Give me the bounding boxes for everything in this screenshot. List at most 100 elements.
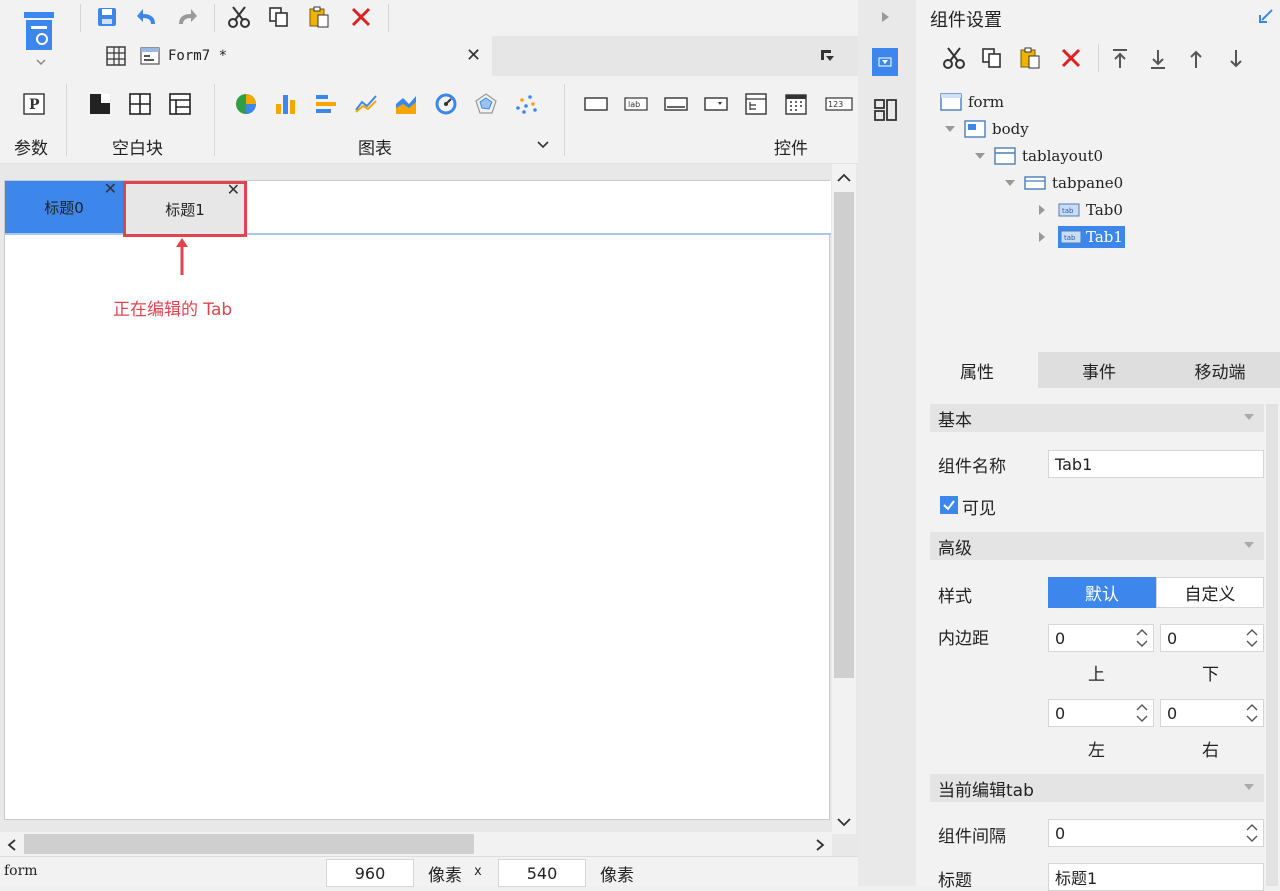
- number-widget-icon[interactable]: 123: [824, 92, 854, 116]
- visible-checkbox[interactable]: [940, 496, 958, 514]
- close-document-icon[interactable]: ✕: [466, 45, 481, 66]
- tab-menu-icon[interactable]: [820, 48, 836, 64]
- pie-chart-icon[interactable]: [234, 92, 258, 116]
- design-canvas[interactable]: 标题0 ✕ 标题1 ✕ 正在编辑的 Tab: [4, 179, 831, 820]
- tab-title-1[interactable]: 标题1 ✕: [123, 180, 247, 237]
- tree-node-tab0[interactable]: tab Tab0: [1036, 198, 1123, 222]
- dimension-separator: x: [474, 864, 482, 879]
- undo-icon[interactable]: [134, 4, 160, 30]
- panel-paste-icon[interactable]: [1018, 46, 1042, 70]
- padding-top-input[interactable]: 0: [1048, 624, 1154, 652]
- bar-chart-icon[interactable]: [274, 92, 298, 116]
- tree-collapsed-icon[interactable]: [1036, 231, 1048, 243]
- gauge-chart-icon[interactable]: [434, 92, 458, 116]
- annotation-text: 正在编辑的 Tab: [113, 300, 233, 320]
- tab-properties[interactable]: 属性: [916, 352, 1038, 388]
- tree-expand-icon[interactable]: [1004, 177, 1016, 189]
- document-tab[interactable]: Form7 * ✕: [92, 36, 492, 76]
- component-gap-input[interactable]: 0: [1048, 819, 1264, 847]
- tree-expand-icon[interactable]: [974, 150, 986, 162]
- radar-chart-icon[interactable]: [474, 92, 498, 116]
- section-current-tab[interactable]: 当前编辑tab: [930, 774, 1264, 802]
- copy-icon[interactable]: [266, 4, 292, 30]
- line-chart-icon[interactable]: [354, 92, 378, 116]
- vertical-scrollbar[interactable]: [832, 164, 856, 834]
- label-widget-icon[interactable]: lab: [624, 92, 648, 116]
- padding-right-input[interactable]: 0: [1160, 699, 1264, 727]
- button-widget-icon[interactable]: [584, 92, 608, 116]
- tree-node-body[interactable]: body: [944, 117, 1029, 141]
- tree-collapsed-icon[interactable]: [1036, 204, 1048, 216]
- component-settings-icon[interactable]: [872, 48, 898, 76]
- section-advanced-title: 高级: [938, 538, 972, 559]
- close-tab-1-icon[interactable]: ✕: [227, 180, 240, 199]
- style-custom-button[interactable]: 自定义: [1156, 577, 1264, 608]
- text-field-widget-icon[interactable]: [664, 92, 688, 116]
- layout-grid-icon[interactable]: [106, 46, 126, 66]
- canvas-width-input[interactable]: 960: [326, 859, 414, 887]
- cut-icon[interactable]: [226, 4, 252, 30]
- tree-node-tabpane0[interactable]: tabpane0: [1004, 171, 1123, 195]
- designer-logo-icon[interactable]: [22, 6, 58, 66]
- horizontal-scrollbar[interactable]: [0, 832, 832, 856]
- component-name-input[interactable]: Tab1: [1048, 450, 1264, 478]
- horizontal-scroll-thumb[interactable]: [24, 834, 474, 854]
- spinner-icon[interactable]: [1133, 702, 1151, 724]
- panel-delete-icon[interactable]: [1060, 47, 1082, 69]
- tab-title-0[interactable]: 标题0 ✕: [5, 179, 123, 233]
- scroll-down-icon[interactable]: [836, 816, 852, 828]
- dropdown-widget-icon[interactable]: [704, 92, 728, 116]
- spinner-icon[interactable]: [1243, 627, 1261, 649]
- padding-bottom-input[interactable]: 0: [1160, 624, 1264, 652]
- move-top-icon[interactable]: [1110, 48, 1130, 70]
- panel-cut-icon[interactable]: [942, 46, 966, 70]
- paste-icon[interactable]: [306, 4, 332, 30]
- collapse-chevron-icon[interactable]: [1244, 784, 1254, 790]
- redo-icon[interactable]: [174, 4, 200, 30]
- move-bottom-icon[interactable]: [1148, 48, 1168, 70]
- panel-copy-icon[interactable]: [980, 46, 1004, 70]
- spinner-icon[interactable]: [1243, 822, 1261, 844]
- area-chart-icon[interactable]: [394, 92, 418, 116]
- spinner-icon[interactable]: [1133, 627, 1151, 649]
- date-widget-icon[interactable]: [784, 92, 808, 116]
- split-block-icon[interactable]: [128, 92, 152, 116]
- collapse-chevron-icon[interactable]: [1244, 414, 1254, 420]
- scatter-chart-icon[interactable]: [514, 92, 538, 116]
- parameter-icon[interactable]: P: [22, 92, 46, 116]
- tree-widget-icon[interactable]: [744, 92, 768, 116]
- spinner-icon[interactable]: [1243, 702, 1261, 724]
- expand-panel-icon[interactable]: [880, 10, 892, 24]
- scroll-up-icon[interactable]: [836, 172, 852, 184]
- tab-events[interactable]: 事件: [1038, 352, 1160, 388]
- scroll-left-icon[interactable]: [6, 838, 18, 852]
- table-block-icon[interactable]: [168, 92, 192, 116]
- padding-left-input[interactable]: 0: [1048, 699, 1154, 727]
- tab-title-input[interactable]: 标题1: [1048, 863, 1264, 891]
- layout-panel-icon[interactable]: [874, 98, 898, 122]
- delete-icon[interactable]: [348, 4, 374, 30]
- collapse-chevron-icon[interactable]: [1244, 542, 1254, 548]
- chart-expand-chevron-icon[interactable]: [536, 138, 550, 152]
- absolute-block-icon[interactable]: [88, 92, 112, 116]
- section-advanced[interactable]: 高级: [930, 532, 1264, 560]
- close-tab-0-icon[interactable]: ✕: [104, 179, 117, 198]
- move-down-icon[interactable]: [1226, 48, 1246, 70]
- scroll-right-icon[interactable]: [814, 838, 826, 852]
- move-up-icon[interactable]: [1186, 48, 1206, 70]
- tab-mobile[interactable]: 移动端: [1160, 352, 1280, 388]
- canvas-height-input[interactable]: 540: [498, 859, 586, 887]
- padding-bottom-label: 下: [1202, 665, 1219, 685]
- editor-region: Form7 * ✕ P 参数 空白块 图表 lab 123 控件 标题0 ✕ 标…: [0, 0, 858, 887]
- dock-arrow-icon[interactable]: [1258, 8, 1274, 24]
- tree-expand-icon[interactable]: [944, 123, 956, 135]
- save-icon[interactable]: [94, 4, 120, 30]
- section-basic[interactable]: 基本: [930, 404, 1264, 432]
- tree-node-form[interactable]: form: [940, 90, 1004, 114]
- horizontal-bar-chart-icon[interactable]: [314, 92, 338, 116]
- vertical-scroll-thumb[interactable]: [834, 192, 854, 678]
- tree-node-tablayout0[interactable]: tablayout0: [974, 144, 1103, 168]
- style-default-button[interactable]: 默认: [1048, 577, 1156, 608]
- tree-node-tab1[interactable]: tab Tab1: [1036, 225, 1125, 249]
- property-scrollbar[interactable]: [1266, 404, 1278, 886]
